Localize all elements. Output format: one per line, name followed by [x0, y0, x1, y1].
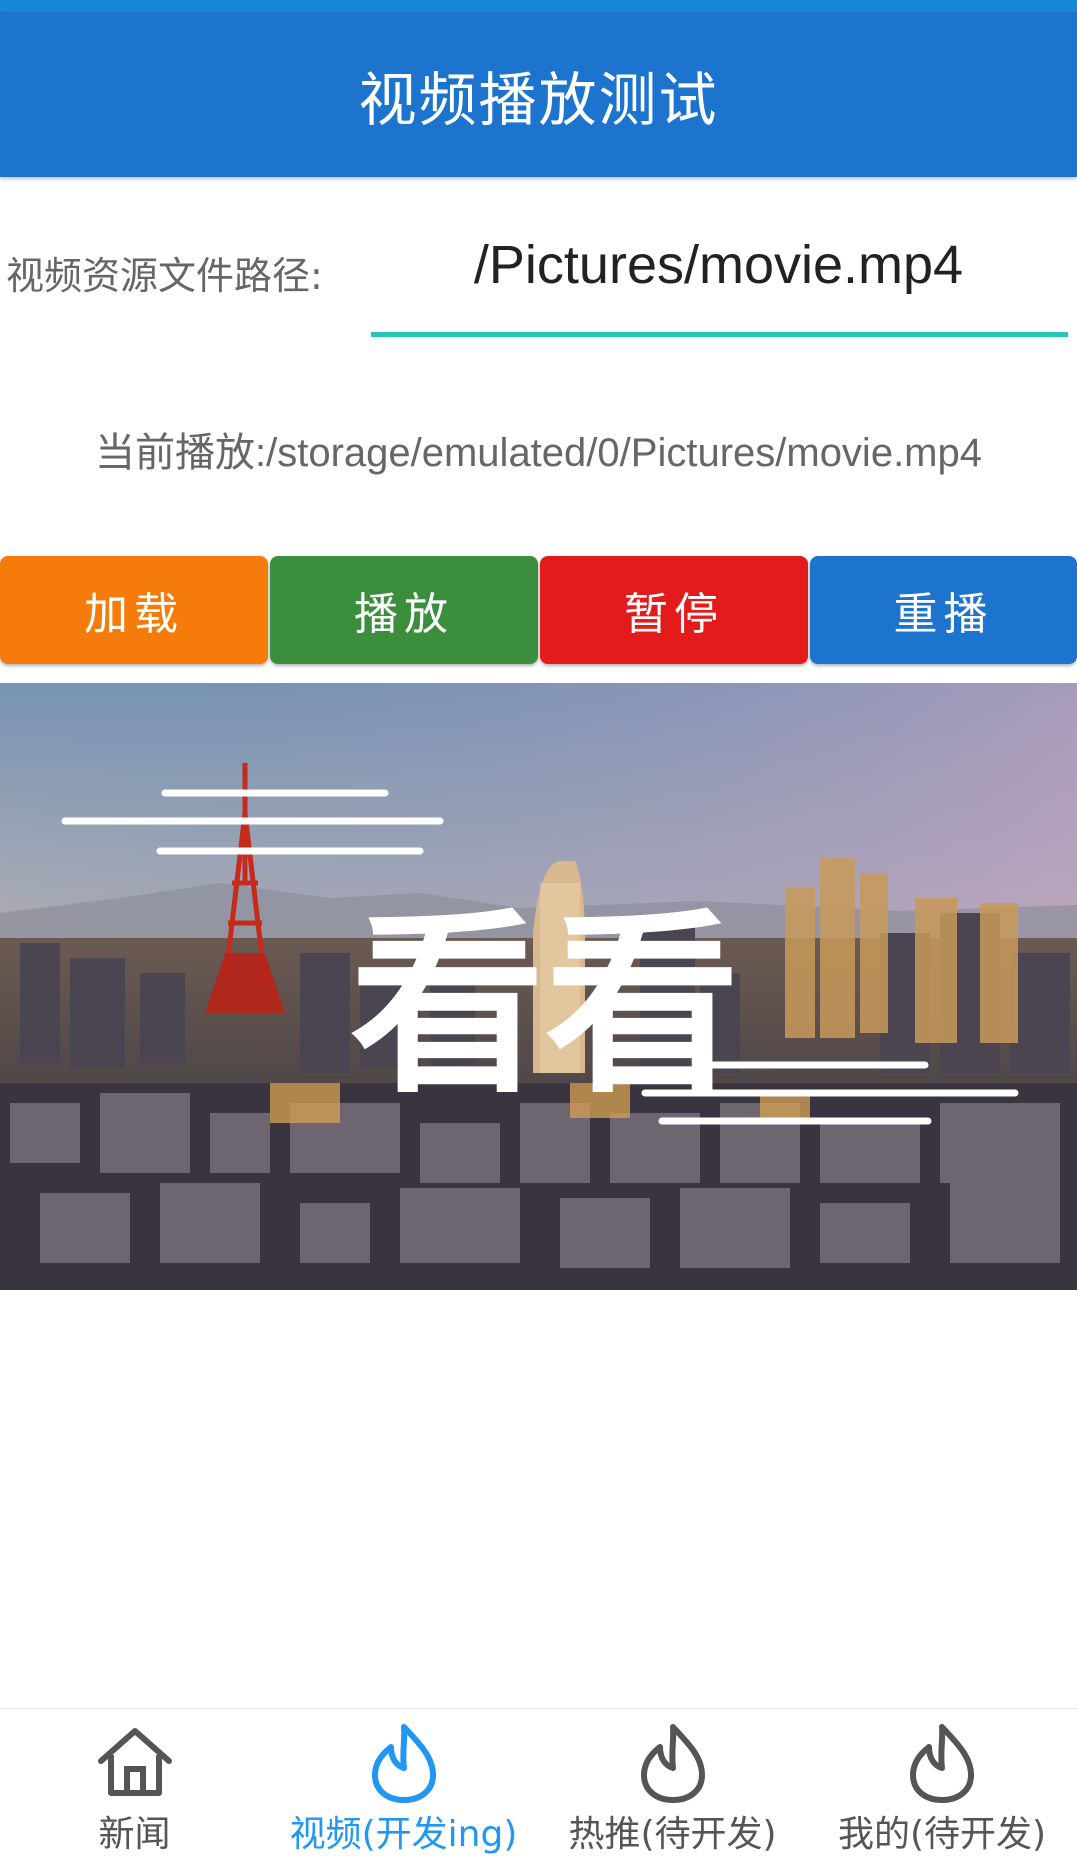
- current-playing-text: 当前播放:/storage/emulated/0/Pictures/movie.…: [94, 431, 982, 475]
- play-button[interactable]: 播放: [270, 556, 538, 664]
- control-buttons: 加载 播放 暂停 重播: [0, 556, 1077, 664]
- path-input-underline: [371, 332, 1068, 337]
- home-icon: [97, 1728, 172, 1796]
- bottom-nav: 新闻 视频(开发ing) 热推(待开发) 我的(待开发): [0, 1708, 1077, 1858]
- flame-icon: [640, 1724, 705, 1803]
- load-button[interactable]: 加载: [0, 556, 268, 664]
- flame-icon: [371, 1724, 436, 1803]
- nav-label-news: 新闻: [98, 1814, 171, 1855]
- path-row: 视频资源文件路径:: [0, 215, 1077, 345]
- video-overlay-text: 看看: [350, 892, 740, 1119]
- nav-label-mine: 我的(待开发): [837, 1814, 1047, 1855]
- replay-button[interactable]: 重播: [810, 556, 1077, 664]
- pause-button[interactable]: 暂停: [540, 556, 808, 664]
- video-frame: 看看: [0, 683, 1077, 1290]
- nav-item-video[interactable]: 视频(开发ing): [269, 1709, 538, 1858]
- nav-item-news[interactable]: 新闻: [0, 1709, 269, 1858]
- video-player[interactable]: 看看: [0, 683, 1077, 1290]
- nav-item-mine[interactable]: 我的(待开发): [807, 1709, 1077, 1858]
- nav-label-hot: 热推(待开发): [568, 1814, 777, 1855]
- path-label: 视频资源文件路径:: [6, 254, 323, 298]
- flame-icon: [910, 1724, 974, 1803]
- nav-item-hot[interactable]: 热推(待开发): [538, 1709, 807, 1858]
- path-input[interactable]: [371, 225, 1066, 305]
- app-bar: 视频播放测试: [0, 12, 1077, 177]
- nav-label-video: 视频(开发ing): [289, 1814, 518, 1855]
- page-title: 视频播放测试: [358, 65, 719, 134]
- status-bar: [0, 0, 1077, 12]
